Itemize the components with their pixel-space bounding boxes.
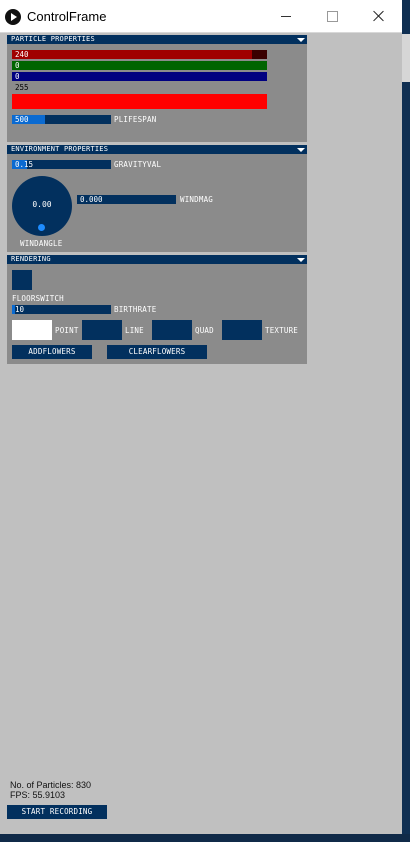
red-slider-fill	[12, 50, 252, 59]
group-header-rendering[interactable]: RENDERING	[7, 255, 307, 264]
gravity-label: GRAVITYVAL	[114, 160, 162, 169]
particle-count: No. of Particles: 830	[10, 780, 92, 790]
birthrate-slider[interactable]: 10	[12, 305, 111, 314]
line-label: LINE	[125, 326, 144, 335]
window-edge-bottom	[0, 834, 410, 842]
maximize-button[interactable]	[309, 0, 355, 33]
alpha-value: 255	[15, 83, 29, 92]
collapse-arrow-icon[interactable]	[297, 38, 305, 42]
windmag-label: WINDMAG	[180, 195, 214, 204]
start-recording-button[interactable]: START RECORDING	[7, 805, 107, 819]
windmag-value: 0.000	[80, 195, 103, 204]
collapse-arrow-icon[interactable]	[297, 148, 305, 152]
plifespan-value: 500	[15, 115, 29, 124]
windangle-knob[interactable]: 0.00	[12, 176, 72, 236]
point-label: POINT	[55, 326, 79, 335]
clearflowers-button[interactable]: CLEARFLOWERS	[107, 345, 207, 359]
group-header-environment[interactable]: ENVIRONMENT PROPERTIES	[7, 145, 307, 154]
group-title-environment: ENVIRONMENT PROPERTIES	[11, 145, 109, 153]
alpha-slider[interactable]: 255	[12, 83, 267, 92]
blue-slider[interactable]: 0	[12, 72, 267, 81]
window-title: ControlFrame	[27, 9, 107, 24]
texture-label: TEXTURE	[265, 326, 299, 335]
floorswitch-toggle[interactable]	[12, 270, 32, 290]
gravity-value: 0.15	[15, 160, 34, 169]
texture-toggle[interactable]	[222, 320, 262, 340]
window-edge-right-highlight	[402, 34, 410, 82]
green-slider[interactable]: 0	[12, 61, 267, 70]
quad-label: QUAD	[195, 326, 214, 335]
blue-value: 0	[15, 72, 20, 81]
fps-readout: FPS: 55.9103	[10, 790, 66, 800]
windangle-value: 0.00	[32, 200, 52, 209]
color-preview	[12, 94, 267, 109]
quad-toggle[interactable]	[152, 320, 192, 340]
minimize-button[interactable]	[263, 0, 309, 33]
birthrate-value: 10	[15, 305, 25, 314]
knob-indicator	[38, 224, 45, 231]
windangle-label: WINDANGLE	[20, 239, 63, 248]
point-toggle[interactable]	[12, 320, 52, 340]
birthrate-label: BIRTHRATE	[114, 305, 157, 314]
group-title-particle: PARTICLE PROPERTIES	[11, 35, 95, 43]
addflowers-button[interactable]: ADDFLOWERS	[12, 345, 92, 359]
line-toggle[interactable]	[82, 320, 122, 340]
windmag-slider[interactable]: 0.000	[77, 195, 176, 204]
collapse-arrow-icon[interactable]	[297, 258, 305, 262]
window-edge-right	[402, 0, 410, 842]
title-bar: ControlFrame	[0, 0, 402, 33]
red-value: 240	[15, 50, 29, 59]
plifespan-label: PLIFESPAN	[114, 115, 157, 124]
group-title-rendering: RENDERING	[11, 255, 51, 263]
play-icon	[5, 9, 21, 25]
red-slider[interactable]: 240	[12, 50, 267, 59]
floorswitch-label: FLOORSWITCH	[12, 294, 64, 303]
close-button[interactable]	[355, 0, 401, 33]
green-value: 0	[15, 61, 20, 70]
gravity-slider[interactable]: 0.15	[12, 160, 111, 169]
group-header-particle[interactable]: PARTICLE PROPERTIES	[7, 35, 307, 44]
plifespan-slider[interactable]: 500	[12, 115, 111, 124]
